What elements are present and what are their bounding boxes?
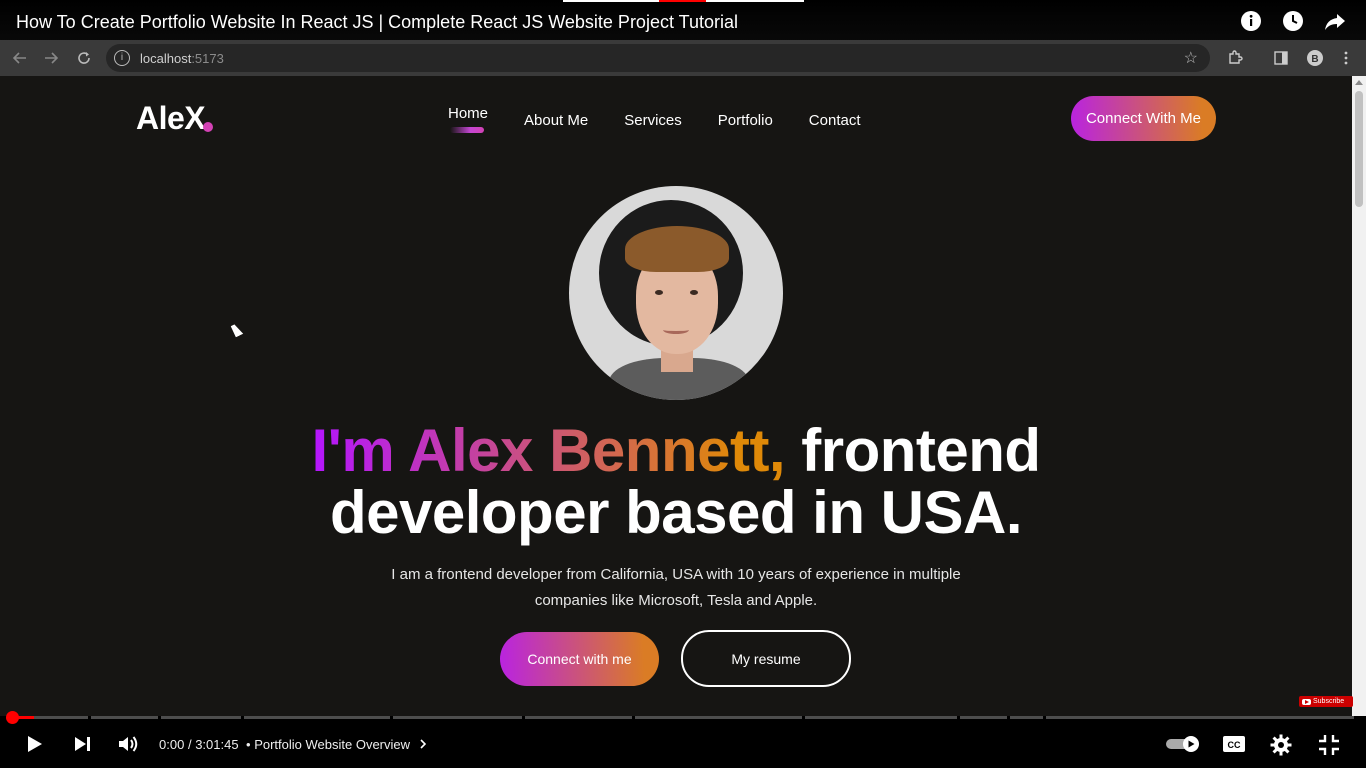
volume-icon[interactable] <box>118 734 140 754</box>
nav-services[interactable]: Services <box>624 112 682 129</box>
progress-bar[interactable] <box>12 716 1354 719</box>
address-bar[interactable]: i localhost:5173 ☆ <box>106 44 1210 72</box>
portfolio-page: AleX Home About Me Services Portfolio Co… <box>0 76 1352 716</box>
mouse-cursor <box>230 322 244 338</box>
hero-description: I am a frontend developer from Californi… <box>391 566 961 609</box>
profile-icon[interactable]: B <box>1305 48 1325 68</box>
svg-text:CC: CC <box>1228 740 1241 750</box>
my-resume-button[interactable]: My resume <box>681 630 851 687</box>
gear-icon[interactable] <box>1270 734 1292 756</box>
nav-home[interactable]: Home <box>448 105 488 133</box>
play-icon[interactable] <box>24 734 44 754</box>
progress-scrubber[interactable] <box>6 711 19 724</box>
logo-dot <box>203 122 214 132</box>
share-icon[interactable] <box>1324 10 1346 32</box>
page-scrollbar[interactable] <box>1352 76 1366 716</box>
arrow-right-icon[interactable] <box>41 48 61 68</box>
profile-photo <box>569 186 783 400</box>
puzzle-icon[interactable] <box>1225 48 1245 68</box>
scroll-up-arrow-icon[interactable] <box>1355 80 1363 85</box>
nav-about[interactable]: About Me <box>524 112 588 129</box>
info-icon[interactable] <box>1240 10 1262 32</box>
exit-fullscreen-icon[interactable] <box>1318 734 1340 756</box>
clock-icon[interactable] <box>1282 10 1304 32</box>
youtube-logo-icon <box>1302 698 1311 705</box>
header-connect-button[interactable]: Connect With Me <box>1071 96 1216 141</box>
headline-white-text-1: frontend <box>801 417 1041 484</box>
star-icon[interactable]: ☆ <box>1184 48 1198 68</box>
connect-with-me-button[interactable]: Connect with me <box>500 632 659 686</box>
site-info-icon[interactable]: i <box>114 50 130 66</box>
kebab-menu-icon[interactable] <box>1336 48 1356 68</box>
headline-white-text-2: developer based in USA. <box>329 479 1023 546</box>
headline-gradient-text: I'm Alex Bennett, <box>311 417 786 484</box>
nav-contact[interactable]: Contact <box>809 112 861 129</box>
next-icon[interactable] <box>72 734 92 754</box>
chevron-right-icon <box>420 739 426 749</box>
player-controls: 0:00 / 3:01:45 • Portfolio Website Overv… <box>0 711 1366 768</box>
reload-icon[interactable] <box>74 48 94 68</box>
scrollbar-thumb[interactable] <box>1355 91 1363 207</box>
time-display: 0:00 / 3:01:45 <box>159 737 239 752</box>
main-nav: Home About Me Services Portfolio Contact <box>448 105 861 133</box>
video-title[interactable]: How To Create Portfolio Website In React… <box>16 12 738 33</box>
side-panel-icon[interactable] <box>1271 48 1291 68</box>
svg-text:B: B <box>1311 54 1318 65</box>
subscribe-watermark[interactable]: Subscribe <box>1299 696 1353 707</box>
chapter-title[interactable]: • Portfolio Website Overview <box>246 737 428 752</box>
arrow-left-icon[interactable] <box>10 48 30 68</box>
url-text[interactable]: localhost:5173 <box>140 51 224 66</box>
browser-toolbar: i localhost:5173 ☆ B <box>0 40 1366 76</box>
site-logo[interactable]: AleX <box>136 100 214 137</box>
hero-headline: I'm Alex Bennett, frontend developer bas… <box>0 420 1352 544</box>
autoplay-toggle-icon[interactable] <box>1166 736 1200 752</box>
nav-portfolio[interactable]: Portfolio <box>718 112 773 129</box>
top-progress-line <box>563 0 804 2</box>
active-underline <box>450 127 484 133</box>
cc-icon[interactable]: CC <box>1222 735 1246 753</box>
